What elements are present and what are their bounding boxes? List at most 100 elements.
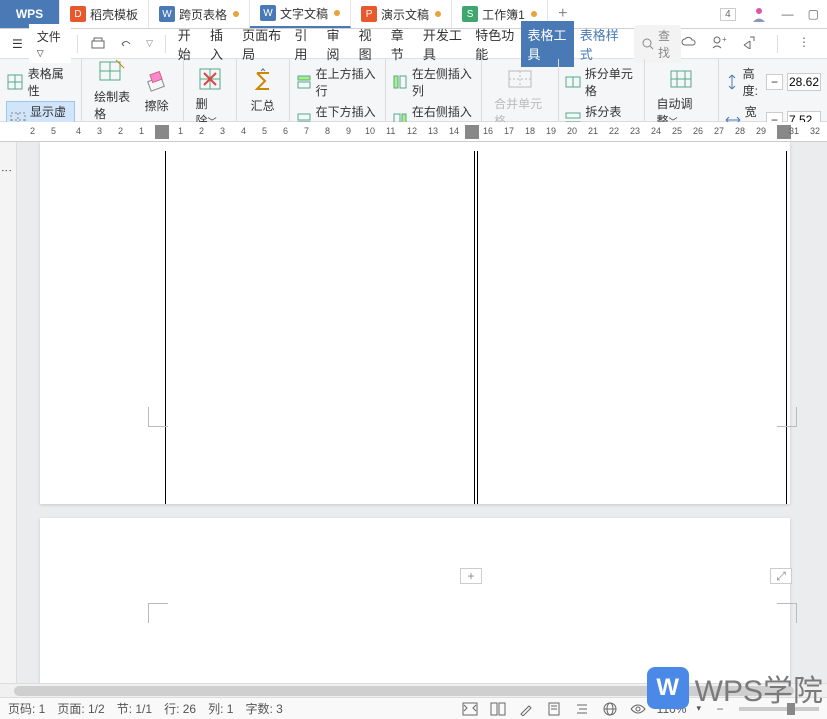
doc-tab-daoke[interactable]: D 稻壳模板 <box>60 0 149 28</box>
daoke-icon: D <box>70 6 86 22</box>
merge-cells-button[interactable]: 合并单元格 <box>488 63 552 131</box>
left-sidebar: ⋮ <box>0 142 17 697</box>
insert-element-button[interactable]: + <box>460 568 482 584</box>
fit-width-icon[interactable] <box>461 700 479 718</box>
ribbon-group-insert-rows: 在上方插入行 在下方插入行 <box>290 59 386 121</box>
modified-dot-icon <box>334 10 340 16</box>
maximize-button[interactable]: ▢ <box>808 7 819 21</box>
ruler-margin-right[interactable] <box>465 125 479 139</box>
status-pagecode[interactable]: 页码: 1 <box>8 700 45 717</box>
status-section[interactable]: 节: 1/1 <box>117 700 152 717</box>
separator <box>777 35 778 53</box>
table-properties-button[interactable]: 表格属性 <box>6 63 75 101</box>
height-decrement[interactable]: − <box>766 74 783 90</box>
cloud-icon[interactable] <box>681 35 697 53</box>
height-icon <box>725 73 739 91</box>
draw-table-icon <box>98 58 126 86</box>
ruler-margin-left[interactable] <box>155 125 169 139</box>
delete-button[interactable]: 删除﹀ <box>190 63 230 131</box>
titlebar-right: 4 — ▢ <box>720 0 827 28</box>
horizontal-ruler[interactable]: 25 43 21 12 34 56 78 910 1112 1314 16 17… <box>0 122 827 142</box>
statusbar-right: 110%▾ − <box>461 700 819 718</box>
fullscreen-button[interactable]: ⤢ <box>770 568 792 584</box>
tab-label: 稻壳模板 <box>90 6 138 23</box>
sidebar-tool-1[interactable]: ⋮ <box>0 142 13 198</box>
page-crop-mark <box>777 603 797 623</box>
row-height-control: 高度: − <box>725 63 821 101</box>
svg-text:+: + <box>722 35 727 44</box>
split-cells-icon <box>565 73 581 91</box>
eye-icon[interactable] <box>629 700 647 718</box>
status-page[interactable]: 页面: 1/2 <box>57 700 104 717</box>
modified-dot-icon <box>531 11 537 17</box>
search-placeholder: 查找 <box>658 27 673 61</box>
autofit-icon <box>667 65 695 93</box>
zoom-level[interactable]: 110% <box>657 702 687 716</box>
autofit-button[interactable]: 自动调整﹀ <box>651 63 712 131</box>
search-icon <box>642 38 654 50</box>
redo-dropdown[interactable]: ▽ <box>140 34 159 53</box>
edit-mode-icon[interactable] <box>517 700 535 718</box>
insert-above-icon <box>296 73 312 91</box>
eraser-icon <box>143 67 171 95</box>
more-icon[interactable]: ⋮ <box>798 35 811 53</box>
page-crop-mark <box>148 407 168 427</box>
scrollbar-thumb[interactable] <box>14 686 794 696</box>
horizontal-scrollbar[interactable] <box>0 683 827 697</box>
document-area: ⋮ + ⤢ <box>0 142 827 697</box>
page-1[interactable] <box>40 142 790 504</box>
insert-row-above-button[interactable]: 在上方插入行 <box>296 63 379 101</box>
insert-col-left-button[interactable]: 在左侧插入列 <box>392 63 475 101</box>
page-2[interactable]: + ⤢ <box>40 518 790 697</box>
status-col[interactable]: 列: 1 <box>208 700 233 717</box>
ribbon-group-merge: 合并单元格 <box>482 59 559 121</box>
zoom-slider[interactable] <box>739 707 819 711</box>
user-add-icon[interactable]: + <box>711 35 727 53</box>
print-layout-icon[interactable] <box>545 700 563 718</box>
hamburger-icon[interactable]: ☰ <box>6 33 29 55</box>
height-input[interactable] <box>787 73 821 91</box>
modified-dot-icon <box>233 11 239 17</box>
statusbar: 页码: 1 页面: 1/2 节: 1/1 行: 26 列: 1 字数: 3 11… <box>0 697 827 719</box>
draw-table-button[interactable]: 绘制表格 <box>88 63 137 117</box>
table-column[interactable] <box>165 151 475 504</box>
outline-icon[interactable] <box>573 700 591 718</box>
file-menu[interactable]: 文件 ▽ <box>29 24 72 63</box>
share-icon[interactable] <box>741 35 757 53</box>
ribbon-group-split: 拆分单元格 拆分表格﹀ <box>559 59 645 121</box>
insert-left-icon <box>392 73 408 91</box>
status-line[interactable]: 行: 26 <box>164 700 196 717</box>
eraser-button[interactable]: 擦除 <box>137 63 177 117</box>
minimize-button[interactable]: — <box>782 7 794 21</box>
separator <box>165 35 166 53</box>
ribbon-group-draw: 绘制表格 擦除 <box>82 59 184 121</box>
table-column[interactable] <box>477 151 787 504</box>
page-crop-mark <box>148 603 168 623</box>
web-layout-icon[interactable] <box>601 700 619 718</box>
ribbon-group-size: 高度: − 宽度: − <box>719 59 827 121</box>
page-crop-mark <box>777 407 797 427</box>
read-mode-icon[interactable] <box>489 700 507 718</box>
search-box[interactable]: 查找 <box>634 25 681 63</box>
ribbon-group-sum: 汇总 <box>237 59 290 121</box>
zoom-slider-knob[interactable] <box>787 703 795 715</box>
sum-button[interactable]: 汇总 <box>243 65 283 116</box>
ribbon-group-insert-cols: 在左侧插入列 在右侧插入列 <box>386 59 482 121</box>
split-cells-button[interactable]: 拆分单元格 <box>565 63 638 101</box>
delete-icon <box>196 65 224 93</box>
separator <box>77 35 78 53</box>
status-chars[interactable]: 字数: 3 <box>245 700 282 717</box>
ribbon-group-properties: 表格属性 显示虚框 <box>0 59 82 121</box>
tab-label: 文字文稿 <box>280 5 328 22</box>
print-icon[interactable] <box>84 32 112 56</box>
undo-icon[interactable] <box>112 32 140 56</box>
menubar-right: + ⋮ <box>681 35 821 53</box>
ribbon: 表格属性 显示虚框 绘制表格 擦除 删除﹀ 汇总 在上方插入行 在下方插入行 在… <box>0 59 827 122</box>
ribbon-group-delete: 删除﹀ <box>184 59 237 121</box>
ribbon-group-autofit: 自动调整﹀ <box>645 59 719 121</box>
merge-icon <box>506 65 534 93</box>
notification-badge[interactable]: 4 <box>720 8 736 21</box>
zoom-out-button[interactable]: − <box>711 700 729 718</box>
modified-dot-icon <box>435 11 441 17</box>
avatar-icon[interactable] <box>750 5 768 23</box>
